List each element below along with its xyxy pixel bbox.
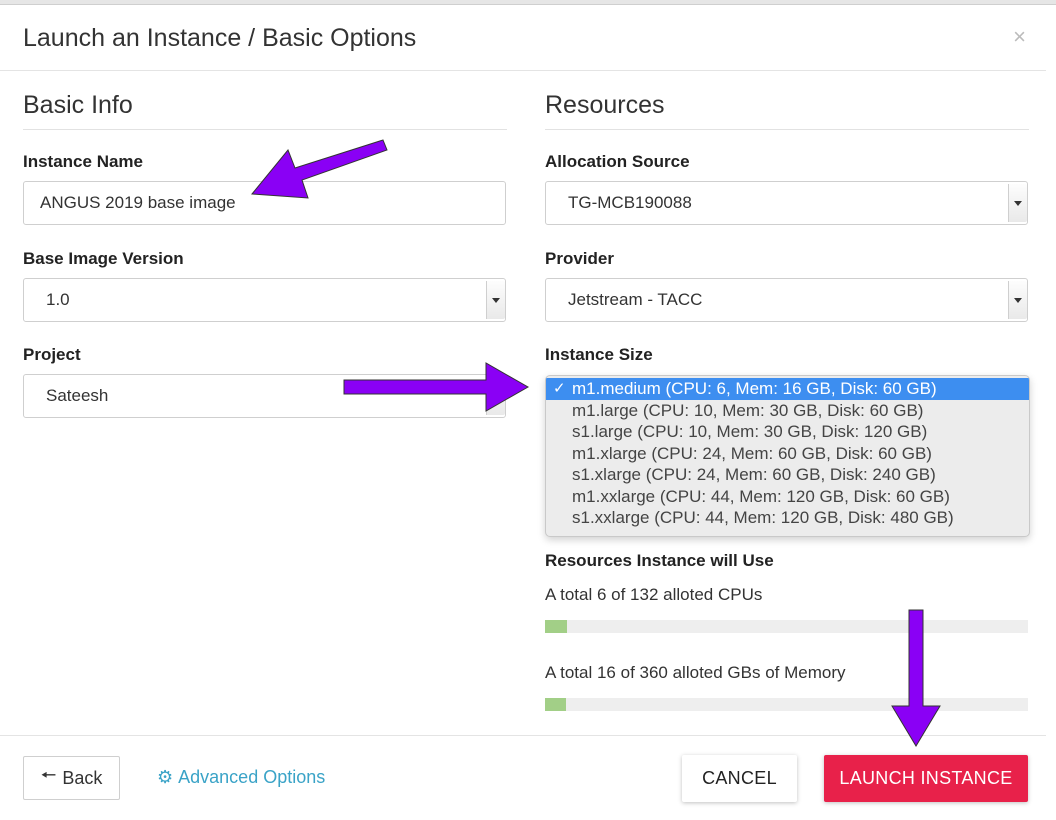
basic-info-heading: Basic Info	[23, 90, 507, 130]
provider-label: Provider	[545, 249, 614, 268]
cpu-usage-bar	[545, 620, 1028, 633]
memory-usage-bar-fill	[545, 698, 567, 711]
chevron-down-icon	[1008, 281, 1027, 319]
allocation-source-select[interactable]: TG-MCB190088	[545, 181, 1028, 225]
allocation-source-value: TG-MCB190088	[568, 193, 692, 212]
close-icon[interactable]: ×	[1013, 26, 1026, 48]
instance-size-dropdown[interactable]: ✓ m1.medium (CPU: 6, Mem: 16 GB, Disk: 6…	[545, 375, 1030, 537]
memory-usage-text: A total 16 of 360 alloted GBs of Memory	[545, 663, 846, 682]
footer-divider	[0, 735, 1046, 736]
instance-name-input[interactable]: ANGUS 2019 base image	[23, 181, 506, 225]
resources-heading: Resources	[545, 90, 1029, 130]
instance-size-label: Instance Size	[545, 345, 653, 364]
base-image-version-label: Base Image Version	[23, 249, 184, 268]
project-select[interactable]: Sateesh	[23, 374, 506, 418]
allocation-source-label: Allocation Source	[545, 152, 690, 171]
cpu-usage-text: A total 6 of 132 alloted CPUs	[545, 585, 763, 604]
resources-usage-heading: Resources Instance will Use	[545, 551, 774, 570]
launch-instance-button[interactable]: LAUNCH INSTANCE	[824, 755, 1028, 802]
back-button[interactable]: 🠔 Back	[23, 756, 120, 800]
back-button-label: Back	[62, 767, 103, 788]
cancel-button[interactable]: CANCEL	[682, 755, 797, 802]
modal-header: Launch an Instance / Basic Options ×	[0, 4, 1046, 71]
basic-info-column: Basic Info	[23, 90, 507, 130]
project-value: Sateesh	[46, 386, 109, 405]
arrow-left-icon: 🠔	[40, 765, 57, 785]
instance-size-option[interactable]: s1.xlarge (CPU: 24, Mem: 60 GB, Disk: 24…	[546, 464, 1029, 486]
modal-title: Launch an Instance / Basic Options	[23, 24, 417, 52]
base-image-version-value: 1.0	[46, 290, 70, 309]
chevron-down-icon	[486, 377, 505, 415]
base-image-version-select[interactable]: 1.0	[23, 278, 506, 322]
chevron-down-icon	[486, 281, 505, 319]
instance-size-option[interactable]: s1.large (CPU: 10, Mem: 30 GB, Disk: 120…	[546, 421, 1029, 443]
instance-size-option[interactable]: s1.xxlarge (CPU: 44, Mem: 120 GB, Disk: …	[546, 507, 1029, 529]
checkmark-icon: ✓	[553, 380, 566, 397]
provider-select[interactable]: Jetstream - TACC	[545, 278, 1028, 322]
instance-name-label: Instance Name	[23, 152, 143, 171]
instance-size-option[interactable]: m1.xxlarge (CPU: 44, Mem: 120 GB, Disk: …	[546, 486, 1029, 508]
instance-size-option[interactable]: m1.large (CPU: 10, Mem: 30 GB, Disk: 60 …	[546, 400, 1029, 422]
project-label: Project	[23, 345, 81, 364]
gear-icon: ⚙	[157, 767, 174, 787]
memory-usage-bar	[545, 698, 1028, 711]
instance-size-option[interactable]: m1.xlarge (CPU: 24, Mem: 60 GB, Disk: 60…	[546, 443, 1029, 465]
cpu-usage-bar-fill	[545, 620, 567, 633]
instance-name-value: ANGUS 2019 base image	[40, 193, 236, 212]
instance-size-option-selected[interactable]: ✓ m1.medium (CPU: 6, Mem: 16 GB, Disk: 6…	[546, 378, 1029, 400]
chevron-down-icon	[1008, 184, 1027, 222]
advanced-options-link[interactable]: ⚙ Advanced Options	[157, 767, 325, 788]
resources-column: Resources	[545, 90, 1029, 130]
provider-value: Jetstream - TACC	[568, 290, 703, 309]
advanced-options-label: Advanced Options	[178, 767, 326, 787]
